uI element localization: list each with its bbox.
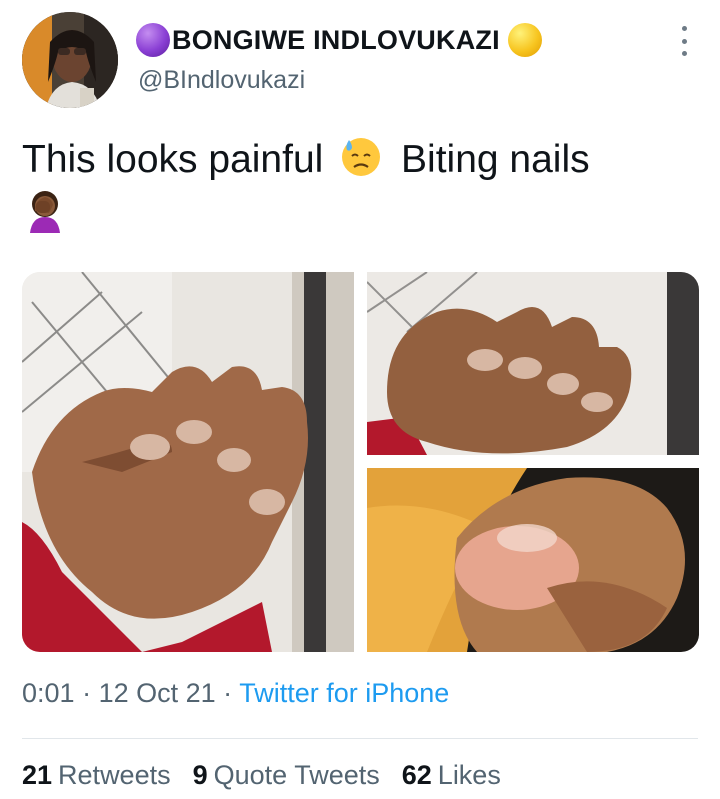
nail-photo-top-right[interactable] <box>367 272 699 455</box>
retweets-count: 21 <box>22 760 53 790</box>
author-display-name[interactable]: BONGIWE INDLOVUKAZI <box>172 25 500 56</box>
meta-separator: · <box>223 678 240 708</box>
woman-facepalming-icon <box>30 191 60 233</box>
nail-photo-bottom-right[interactable] <box>367 468 699 652</box>
divider <box>22 738 698 739</box>
more-options-icon[interactable] <box>676 26 692 56</box>
likes-count: 62 <box>401 760 432 790</box>
likes-stat[interactable]: 62 Likes <box>402 760 501 791</box>
nail-photo-large[interactable] <box>22 272 354 652</box>
media-grid <box>22 272 699 652</box>
meta-separator: · <box>82 678 99 708</box>
downcast-face-with-sweat-icon <box>342 138 381 176</box>
tweet-time[interactable]: 0:01 <box>22 678 75 708</box>
avatar[interactable] <box>22 12 118 108</box>
retweets-stat[interactable]: 21 Retweets <box>22 760 171 791</box>
purple-circle-icon <box>136 23 170 57</box>
quote-tweets-stat[interactable]: 9 Quote Tweets <box>193 760 380 791</box>
tweet-source-link[interactable]: Twitter for iPhone <box>239 678 449 708</box>
tweet-text: This looks painful Biting nails <box>22 136 702 233</box>
likes-label: Likes <box>437 760 501 790</box>
quote-tweets-count: 9 <box>192 760 208 790</box>
quote-tweets-label: Quote Tweets <box>213 760 380 790</box>
tweet-meta: 0:01 · 12 Oct 21 · Twitter for iPhone <box>22 678 449 709</box>
tweet-text-part1: This looks painful <box>22 138 324 181</box>
tweet-text-part2: Biting nails <box>401 138 590 181</box>
retweets-label: Retweets <box>58 760 171 790</box>
author-handle[interactable]: @BIndlovukazi <box>138 66 305 95</box>
yellow-circle-icon <box>507 23 542 57</box>
author-name-row[interactable]: BONGIWE INDLOVUKAZI <box>136 22 542 58</box>
tweet-stats: 21 Retweets 9 Quote Tweets 62 Likes <box>22 760 523 791</box>
tweet-header: BONGIWE INDLOVUKAZI @BIndlovukazi <box>0 0 720 120</box>
tweet-date[interactable]: 12 Oct 21 <box>99 678 216 708</box>
